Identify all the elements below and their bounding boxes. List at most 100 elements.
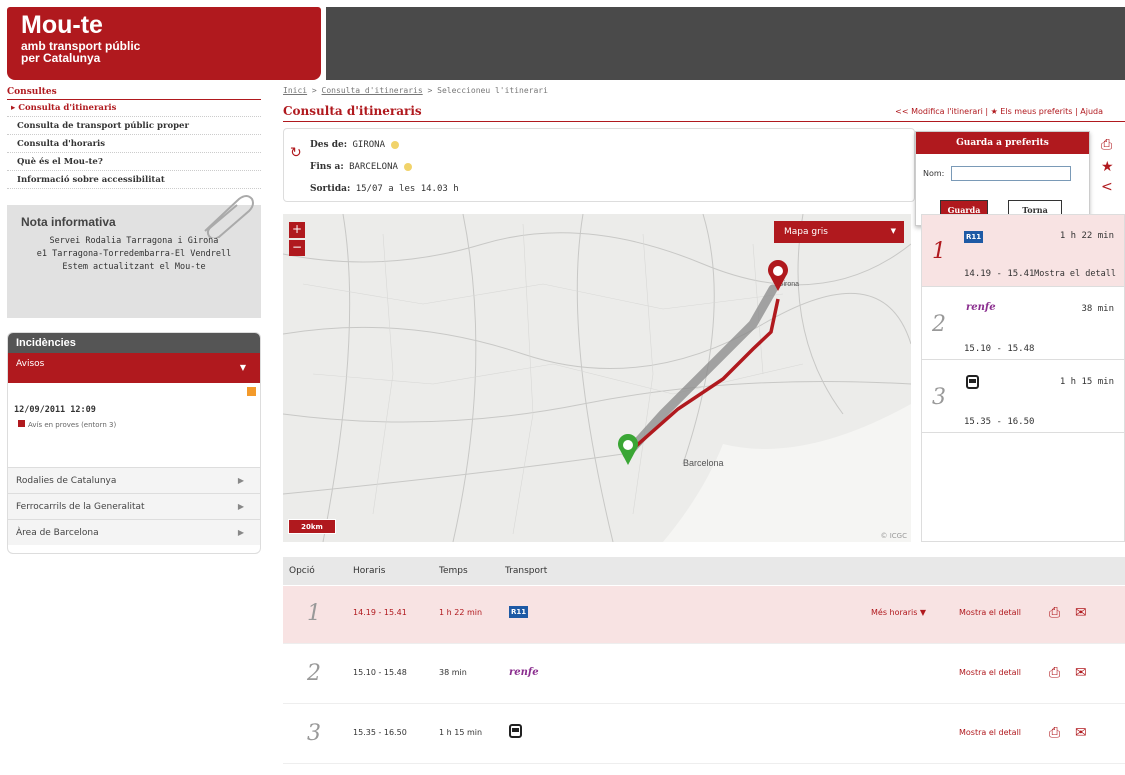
col-header-horaris: Horaris [353,566,386,576]
option-hours: 14.19 - 15.41 [964,269,1035,279]
col-header-opcio: Opció [289,566,315,576]
page-title: Consulta d'itineraris [283,104,422,118]
print-icon[interactable]: ⎙ [1049,605,1060,621]
logo-title: Mou-te [21,11,103,39]
results-table-header: Opció Horaris Temps Transport [283,557,1125,585]
email-icon[interactable]: ✉ [1075,665,1087,681]
plus-icon [18,420,25,427]
breadcrumb-middle[interactable]: Consulta d'itineraris [322,86,423,95]
breadcrumb-current: Seleccioneu l'itinerari [437,86,548,95]
route-to: Fins a: BARCELONA [310,162,412,172]
sidebar-item-horaris[interactable]: Consulta d'horaris [7,135,261,153]
col-header-transport: Transport [505,566,548,576]
detail-link[interactable]: Mostra el detall [959,608,1021,617]
map-scale: 20km [288,519,336,534]
link-separator: | [982,107,991,116]
sidebar-item-que-es[interactable]: Què és el Mou-te? [7,153,261,171]
incidencies-panel: Incidències Avisos ▼ 12/09/2011 12:09 Av… [7,332,261,554]
row-hours: 15.35 - 16.50 [353,728,407,737]
departure-value: 15/07 a les 14.03 h [355,184,459,194]
avisos-label: Avisos [16,359,45,369]
incidence-row-label: Ferrocarrils de la Generalitat [16,502,145,512]
top-links: << Modifica l'itinerari | ★ Els meus pre… [895,107,1103,116]
table-row[interactable]: 1 14.19 - 15.41 1 h 22 min R11 Més horar… [283,586,1125,644]
row-transport: renfe [509,667,539,678]
email-icon[interactable]: ✉ [1075,725,1087,741]
row-number: 3 [307,721,321,746]
title-divider [283,121,1125,122]
to-value: BARCELONA [349,162,398,172]
rss-icon[interactable] [247,387,256,396]
help-link[interactable]: Ajuda [1080,107,1103,116]
chevron-right-icon: ▶ [237,528,244,537]
departure-label: Sortida: [310,184,351,194]
incidence-row-fgc[interactable]: Ferrocarrils de la Generalitat ▶ [8,493,260,519]
location-icon [403,162,412,171]
favorites-link[interactable]: ★ Els meus preferits [991,107,1073,116]
route-option-3[interactable]: 3 1 h 15 min 15.35 - 16.50 [922,361,1124,433]
detail-link[interactable]: Mostra el detall [959,728,1021,737]
table-row[interactable]: 3 15.35 - 16.50 1 h 15 min Mostra el det… [283,706,1125,764]
top-banner [326,7,1125,80]
detail-link[interactable]: Mostra el detall [959,668,1021,677]
modify-itinerary-link[interactable]: << Modifica l'itinerari [895,107,983,116]
paperclip-icon [204,195,254,238]
share-icon[interactable]: < [1101,179,1113,195]
incidence-row-label: Rodalies de Catalunya [16,476,117,486]
option-number: 1 [932,239,946,264]
logo[interactable]: Mou-te amb transport públic per Cataluny… [7,7,321,80]
option-time: 1 h 22 min [1059,231,1114,241]
row-time: 1 h 15 min [439,728,483,737]
nota-line-2: e1 Tarragona-Torredembarra-El Vendrell [36,249,232,259]
col-header-temps: Temps [439,566,468,576]
chevron-right-icon: ▶ [237,502,244,511]
route-map[interactable]: Barcelona Girona © ICGC [283,214,911,542]
sidebar-item-accessibilitat[interactable]: Informació sobre accessibilitat [7,171,261,189]
incidence-notice[interactable]: Avís en proves (entorn 3) [18,420,116,429]
route-option-1[interactable]: R11 1 1 h 22 min 14.19 - 15.41 Mostra el… [922,215,1124,287]
option-hours: 15.10 - 15.48 [964,344,1035,354]
chevron-down-icon: ▼ [890,227,896,235]
map-layer-value: Mapa gris [784,227,828,237]
dialog-title: Guarda a preferits [916,132,1089,154]
map-canvas: Barcelona Girona [283,214,911,542]
zoom-out-button[interactable]: − [289,240,305,256]
swap-icon[interactable]: ↻ [290,145,302,161]
incidence-date: 12/09/2011 12:09 [14,405,96,415]
incidence-row-rodalies[interactable]: Rodalies de Catalunya ▶ [8,467,260,493]
print-icon[interactable]: ⎙ [1049,665,1060,681]
more-hours-link[interactable]: Més horaris ▼ [871,608,926,617]
row-transport: R11 [509,606,529,618]
from-value: GIRONA [352,140,386,150]
breadcrumb-sep: > [307,86,322,95]
print-icon[interactable]: ⎙ [1101,137,1112,153]
nota-line-3: Estem actualitzant el Mou-te [62,262,206,272]
bus-icon [509,724,522,740]
map-layer-select[interactable]: Mapa gris ▼ [774,221,904,243]
destination-pin-icon[interactable] [767,260,789,292]
route-summary: Des de: GIRONA Fins a: BARCELONA Sortida… [283,128,915,202]
row-time: 1 h 22 min [439,608,483,617]
print-icon[interactable]: ⎙ [1049,725,1060,741]
sidebar-item-itineraris[interactable]: ▸ Consulta d'itineraris [7,99,261,117]
renfe-logo: renfe [966,302,996,313]
location-icon [391,140,400,149]
r11-badge: R11 [964,231,984,243]
table-row[interactable]: 2 15.10 - 15.48 38 min renfe Mostra el d… [283,646,1125,704]
origin-pin-icon[interactable] [617,434,639,466]
incidence-row-barcelona[interactable]: Àrea de Barcelona ▶ [8,519,260,545]
option-hours: 15.35 - 16.50 [964,417,1035,427]
avisos-toggle[interactable]: Avisos ▼ [8,353,260,383]
breadcrumb-home[interactable]: Inici [283,86,307,95]
to-label: Fins a: [310,162,344,172]
email-icon[interactable]: ✉ [1075,605,1087,621]
zoom-in-button[interactable]: + [289,222,305,238]
option-detail-link[interactable]: Mostra el detall [1034,269,1116,279]
route-option-2[interactable]: renfe 2 38 min 15.10 - 15.48 [922,288,1124,360]
breadcrumb: Inici > Consulta d'itineraris > Seleccio… [283,86,548,95]
incidencies-title: Incidències [8,333,260,353]
name-input[interactable] [951,166,1071,181]
star-icon[interactable]: ★ [1101,159,1114,175]
sidebar-item-transport-proper[interactable]: Consulta de transport públic proper [7,117,261,135]
chevron-right-icon: ▶ [237,476,244,485]
